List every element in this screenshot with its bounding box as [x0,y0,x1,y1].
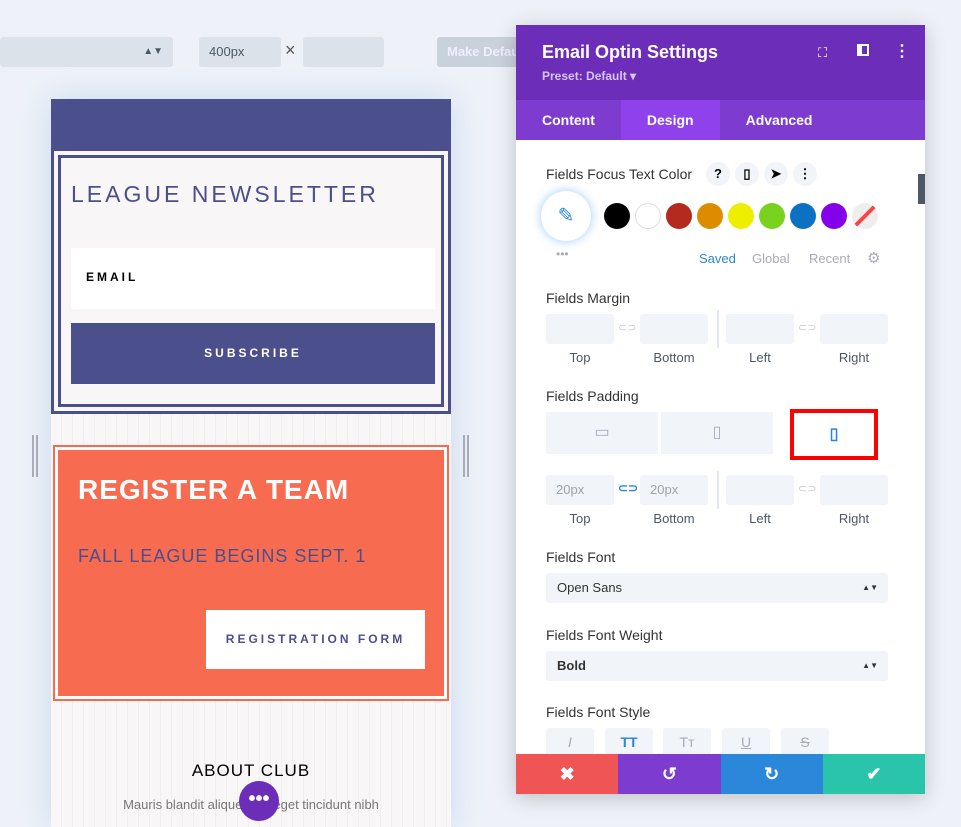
phone-icon[interactable]: ▯ [735,162,759,186]
phone-tab[interactable]: ▯ [790,409,878,460]
swatch-transparent[interactable] [852,203,878,229]
help-icon[interactable]: ? [706,162,730,186]
swatch-white[interactable] [635,203,661,229]
focus-color-label: Fields Focus Text Color [546,166,693,182]
left-label: Left [749,511,771,526]
preview-select[interactable]: ▲▼ [0,37,173,67]
padding-top-input[interactable]: 20px [546,475,614,505]
swatch-purple[interactable] [821,203,847,229]
font-style-label: Fields Font Style [546,704,651,720]
resize-handle-right[interactable] [463,435,469,477]
margin-label: Fields Margin [546,290,631,306]
swatch-green[interactable] [759,203,785,229]
fullscreen-icon[interactable]: ⛶ [818,45,827,61]
strikethrough-button[interactable]: S [781,728,829,756]
tab-advanced[interactable]: Advanced [720,100,839,140]
uppercase-button[interactable]: TT [605,728,653,756]
top-label: Top [569,511,591,526]
newsletter-module[interactable]: LEAGUE NEWSLETTER EMAIL SUBSCRIBE [51,151,451,414]
saved-tab[interactable]: Saved [699,251,736,266]
margin-bottom-input[interactable] [640,314,708,344]
top-label: Top [569,350,591,365]
swatch-black[interactable] [604,203,630,229]
tab-content[interactable]: Content [516,100,621,140]
left-label: Left [749,350,771,365]
bottom-label: Bottom [653,511,695,526]
page-preview: LEAGUE NEWSLETTER EMAIL SUBSCRIBE REGIST… [51,99,451,827]
scrollbar[interactable] [918,174,925,204]
swatch-yellow[interactable] [728,203,754,229]
tablet-tab[interactable]: ▯ [661,412,773,454]
link-icon[interactable]: ⊂⊃ [618,321,636,334]
register-section: REGISTER A TEAM FALL LEAGUE BEGINS SEPT.… [53,445,449,701]
swatch-orange[interactable] [697,203,723,229]
italic-button[interactable]: I [546,728,594,756]
newsletter-title: LEAGUE NEWSLETTER [71,181,379,207]
swatch-blue[interactable] [790,203,816,229]
underline-button[interactable]: U [722,728,770,756]
eyedropper-icon[interactable]: ✎ [541,191,591,241]
margin-left-input[interactable] [726,314,794,344]
right-label: Right [838,511,870,526]
save-button[interactable]: ✔ [822,754,925,794]
register-title: REGISTER A TEAM [78,474,350,505]
height-input[interactable] [303,37,384,67]
padding-bottom-input[interactable]: 20px [640,475,708,505]
padding-right-input[interactable] [820,475,888,505]
cursor-icon[interactable]: ➤ [764,162,788,186]
panel-tabs: Content Design Advanced [516,100,925,140]
register-subtitle: FALL LEAGUE BEGINS SEPT. 1 [78,546,367,566]
ellipsis-icon[interactable]: ••• [556,247,569,261]
padding-left-input[interactable] [726,475,794,505]
resize-handle-left[interactable] [32,435,38,477]
updown-icon: ▲▼ [862,661,878,670]
subscribe-button[interactable]: SUBSCRIBE [71,323,435,384]
margin-right-input[interactable] [820,314,888,344]
settings-panel: Email Optin Settings Preset: Default ▾ ⛶… [516,25,925,794]
panel-footer: ✖ ↺ ↻ ✔ [516,754,925,794]
split-view-icon[interactable] [857,44,869,56]
width-input[interactable]: 400px [199,37,281,67]
updown-icon: ▲▼ [862,583,878,592]
bottom-label: Bottom [653,350,695,365]
redo-button[interactable]: ↻ [720,754,823,794]
link-icon[interactable]: ⊂⊃ [798,321,816,334]
registration-form-button[interactable]: REGISTRATION FORM [206,610,425,669]
more-options-button[interactable]: ••• [239,781,279,821]
header-bar [51,99,451,151]
capitalize-button[interactable]: Tт [663,728,711,756]
more-icon[interactable]: ⋮ [793,162,817,186]
gear-icon[interactable]: ⚙ [867,249,880,267]
font-label: Fields Font [546,549,616,565]
desktop-tab[interactable]: ▭ [546,412,658,454]
email-field[interactable]: EMAIL [71,248,435,309]
padding-label: Fields Padding [546,388,639,404]
cancel-button[interactable]: ✖ [516,754,619,794]
font-weight-select[interactable]: Bold ▲▼ [546,651,888,681]
margin-top-input[interactable] [546,314,614,344]
recent-tab[interactable]: Recent [809,251,850,266]
swatch-red[interactable] [666,203,692,229]
panel-header: Email Optin Settings Preset: Default ▾ ⛶… [516,25,925,100]
panel-title: Email Optin Settings [542,42,719,62]
link-icon-active[interactable]: ⊂⊃ [618,481,638,495]
preset-dropdown[interactable]: Preset: Default ▾ [542,69,899,83]
undo-button[interactable]: ↺ [618,754,721,794]
right-label: Right [838,350,870,365]
about-title: ABOUT CLUB [191,761,311,780]
kebab-menu-icon[interactable]: ⋮ [894,41,910,61]
font-weight-label: Fields Font Weight [546,627,663,643]
link-icon[interactable]: ⊂⊃ [798,482,816,495]
updown-icon: ▲▼ [143,46,163,57]
times-icon: × [285,40,296,60]
global-tab[interactable]: Global [752,251,790,266]
tab-design[interactable]: Design [620,100,720,140]
font-select[interactable]: Open Sans ▲▼ [546,573,888,603]
